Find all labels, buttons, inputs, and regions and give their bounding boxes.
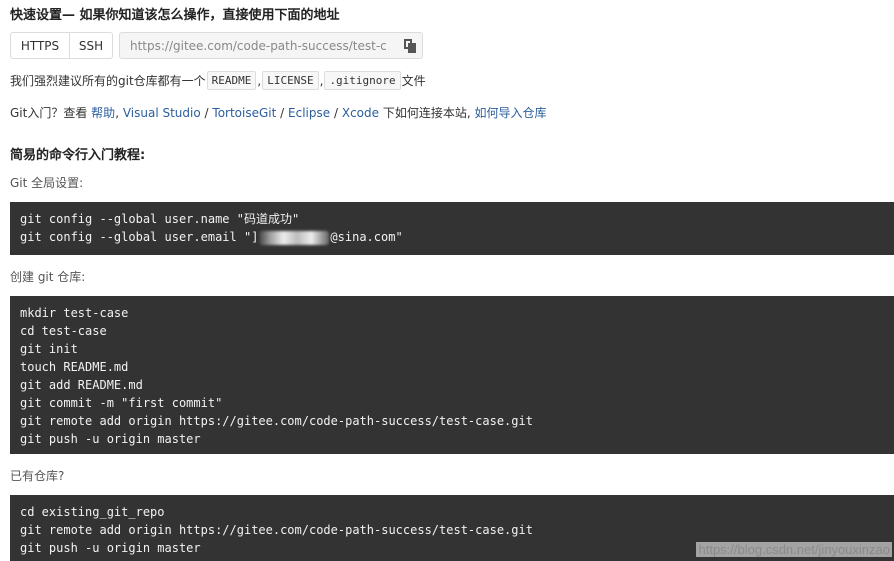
tutorial-title: 简易的命令行入门教程: [10,148,146,163]
create-repo-label: 创建 git 仓库: [10,270,86,284]
code-line: git remote add origin https://gitee.com/… [20,523,533,537]
help-sep-3: / [280,105,285,120]
visual-studio-link[interactable]: Visual Studio [123,106,201,120]
import-repo-link[interactable]: 如何导入仓库 [475,104,547,121]
git-help-line: Git入门？查看 帮助 , Visual Studio / TortoiseGi… [10,104,547,121]
help-prefix: Git入门？查看 [10,106,88,120]
quick-setup-title: 快速设置— 如果你知道该怎么操作，直接使用下面的地址 [10,8,340,23]
https-button[interactable]: HTTPS [10,32,70,59]
ssh-button[interactable]: SSH [70,32,113,59]
email-suffix: @sina.com" [330,230,403,244]
license-tag: LICENSE [262,71,319,90]
code-line: mkdir test-case [20,306,129,320]
clone-url-bar: HTTPS SSH https://gitee.com/code-path-su… [10,32,423,59]
copy-icon[interactable] [404,38,416,53]
code-line: git commit -m "first commit" [20,396,223,410]
xcode-link[interactable]: Xcode [342,106,379,120]
eclipse-link[interactable]: Eclipse [288,106,330,120]
recommend-prefix: 我们强烈建议所有的git仓库都有一个 [10,74,206,88]
code-line: cd existing_git_repo [20,505,165,519]
code-line: git push -u origin master [20,432,201,446]
tortoisegit-link[interactable]: TortoiseGit [212,106,276,120]
recommend-sep-2: , [319,73,324,88]
csdn-watermark: https://blog.csdn.net/jinyouxinzao [696,542,892,557]
code-line: git init [20,342,78,356]
code-line: touch README.md [20,360,129,374]
recommend-files-line: 我们强烈建议所有的git仓库都有一个 README , LICENSE , .g… [10,71,426,90]
help-sep-2: / [204,105,209,120]
clone-url-text: https://gitee.com/code-path-success/test… [130,38,387,53]
help-middle: 下如何连接本站, [382,106,471,120]
global-settings-label: Git 全局设置: [10,176,84,190]
help-sep-4: / [333,105,339,120]
recommend-suffix: 文件 [401,74,426,88]
code-line: git config --global user.name "码道成功" [20,212,300,226]
redacted-email [259,230,330,245]
global-settings-code: git config --global user.name "码道成功" git… [10,202,894,255]
create-repo-code: mkdir test-case cd test-case git init to… [10,296,894,454]
code-line: git config --global user.email "] @sina.c… [20,228,884,246]
gitee-quick-setup-page: 快速设置— 如果你知道该怎么操作，直接使用下面的地址 HTTPS SSH htt… [0,0,894,561]
code-line: git remote add origin https://gitee.com/… [20,414,533,428]
existing-repo-label: 已有仓库? [10,469,65,483]
help-sep-1: , [115,105,120,120]
recommend-sep-1: , [257,73,262,88]
gitignore-tag: .gitignore [324,71,401,90]
code-line: git add README.md [20,378,143,392]
email-prefix: git config --global user.email "] [20,230,259,244]
readme-tag: README [206,71,257,90]
clone-url-field[interactable]: https://gitee.com/code-path-success/test… [119,32,423,59]
help-link[interactable]: 帮助 [91,104,115,121]
code-line: cd test-case [20,324,107,338]
